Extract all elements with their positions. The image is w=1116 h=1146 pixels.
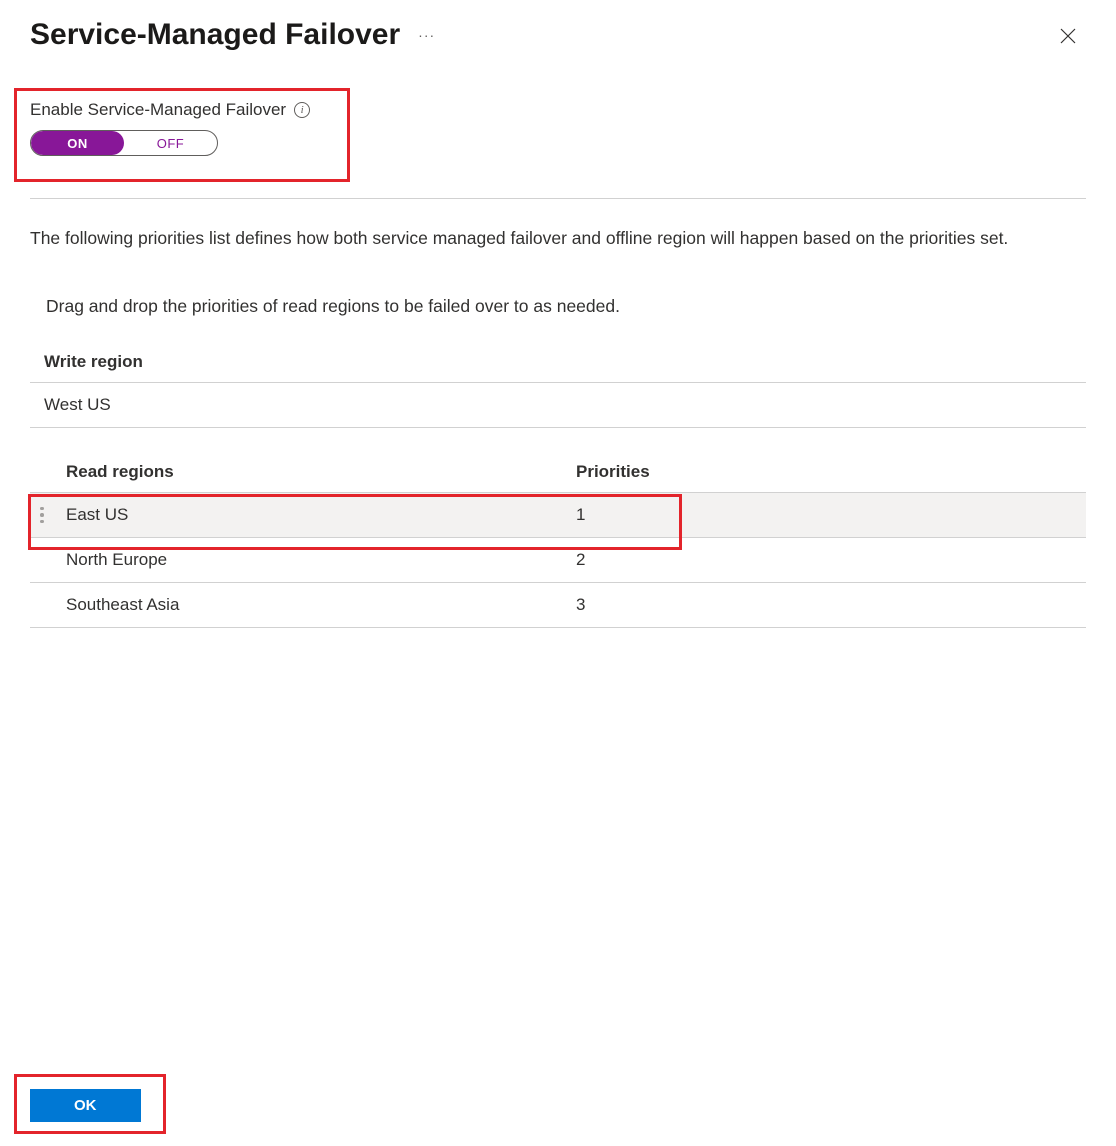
write-region-value: West US	[30, 383, 1086, 428]
toggle-off-option[interactable]: OFF	[124, 131, 217, 155]
region-name: East US	[50, 493, 576, 537]
page-title: Service-Managed Failover	[30, 18, 400, 52]
priorities-description: The following priorities list defines ho…	[30, 225, 1086, 252]
write-region-header: Write region	[30, 342, 1086, 383]
drag-handle-icon[interactable]	[30, 507, 50, 524]
region-name: North Europe	[50, 538, 576, 582]
write-region-section: Write region West US	[30, 342, 1086, 428]
close-icon[interactable]	[1058, 26, 1078, 46]
more-options-icon[interactable]: ···	[418, 28, 435, 42]
toggle-label-row: Enable Service-Managed Failover i	[30, 100, 310, 120]
read-region-row[interactable]: East US 1	[30, 493, 1086, 538]
region-priority: 1	[576, 493, 585, 537]
footer: OK	[30, 1089, 141, 1122]
toggle-label: Enable Service-Managed Failover	[30, 100, 286, 120]
read-regions-header-row: Read regions Priorities	[30, 452, 1086, 493]
failover-toggle[interactable]: ON OFF	[30, 130, 218, 156]
read-regions-header-priority: Priorities	[576, 452, 650, 492]
info-icon[interactable]: i	[294, 102, 310, 118]
read-region-row[interactable]: North Europe 2	[30, 538, 1086, 583]
page-header: Service-Managed Failover ···	[0, 0, 1116, 62]
section-divider	[30, 198, 1086, 199]
read-regions-header-name: Read regions	[30, 452, 576, 492]
read-regions-section: Read regions Priorities East US 1 North …	[30, 452, 1086, 628]
region-priority: 2	[576, 538, 585, 582]
ok-button[interactable]: OK	[30, 1089, 141, 1122]
read-region-row[interactable]: Southeast Asia 3	[30, 583, 1086, 628]
toggle-on-option[interactable]: ON	[31, 131, 124, 155]
drag-instruction: Drag and drop the priorities of read reg…	[46, 296, 1086, 317]
toggle-section: Enable Service-Managed Failover i ON OFF	[30, 100, 310, 156]
region-name: Southeast Asia	[50, 583, 576, 627]
region-priority: 3	[576, 583, 585, 627]
